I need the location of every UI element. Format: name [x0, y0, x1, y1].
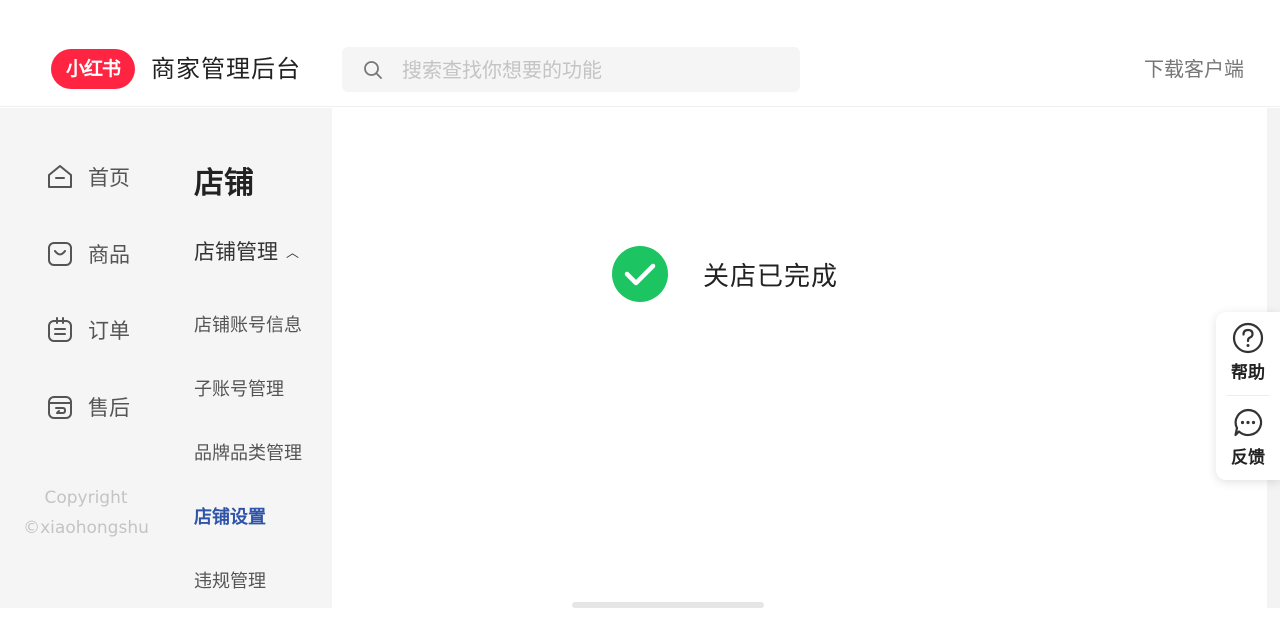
xiaohongshu-logo[interactable]: 小红书 [51, 49, 135, 89]
success-check-icon [612, 246, 668, 302]
nav-label-home: 首页 [88, 166, 130, 190]
search-box[interactable] [342, 47, 800, 92]
nav-item-home[interactable]: 首页 [46, 161, 130, 193]
after-sale-icon [48, 396, 72, 419]
subnav-item-brand-category[interactable]: 品牌品类管理 [194, 439, 302, 465]
nav-label-after-sale: 售后 [88, 396, 130, 420]
main-content: 关店已完成 [332, 108, 1267, 608]
download-client-link[interactable]: 下载客户端 [1144, 55, 1244, 83]
subnav-item-sub-accounts[interactable]: 子账号管理 [194, 375, 284, 401]
nav-item-after-sale[interactable]: 售后 [46, 391, 130, 423]
home-icon [48, 165, 72, 188]
nav-label-orders: 订单 [88, 319, 130, 343]
result-text: 关店已完成 [703, 261, 839, 292]
brand-title: 商家管理后台 [151, 55, 301, 83]
subnav-item-store-settings[interactable]: 店铺设置 [194, 503, 266, 529]
search-input[interactable] [402, 47, 792, 92]
question-circle-icon [1232, 322, 1264, 354]
secondary-sidebar: 店铺 店铺管理 ︿ 店铺账号信息 子账号管理 品牌品类管理 店铺设置 违规管理 [172, 108, 332, 608]
feedback-label: 反馈 [1231, 448, 1265, 468]
help-button[interactable]: 帮助 [1216, 322, 1280, 383]
nav-item-orders[interactable]: 订单 [46, 314, 130, 346]
chevron-up-icon: ︿ [286, 245, 300, 261]
help-label: 帮助 [1231, 363, 1265, 383]
nav-item-products[interactable]: 商品 [46, 238, 130, 270]
copyright-line-1: Copyright [44, 488, 128, 508]
result-message: 关店已完成 [611, 245, 838, 303]
order-icon [48, 317, 72, 342]
floating-help-panel: 帮助 反馈 [1216, 312, 1280, 480]
nav-label-products: 商品 [88, 243, 130, 267]
panel-divider [1226, 395, 1270, 396]
group-label: 店铺管理 [194, 240, 278, 264]
subnav-item-violations[interactable]: 违规管理 [194, 567, 266, 593]
bottom-strip [0, 608, 1280, 640]
bag-icon [48, 242, 72, 266]
section-title: 店铺 [194, 166, 254, 201]
store-management-group[interactable]: 店铺管理 ︿ [194, 236, 299, 266]
search-icon [364, 61, 382, 79]
chat-bubble-icon [1234, 408, 1263, 437]
primary-sidebar: 首页 商品 订单 售后 Copyright ©xiaohongshu [0, 108, 172, 608]
subnav-item-account-info[interactable]: 店铺账号信息 [194, 311, 302, 337]
copyright-line-2: ©xiaohongshu [23, 518, 149, 538]
top-header: 小红书 商家管理后台 下载客户端 [0, 0, 1280, 107]
feedback-button[interactable]: 反馈 [1216, 407, 1280, 468]
